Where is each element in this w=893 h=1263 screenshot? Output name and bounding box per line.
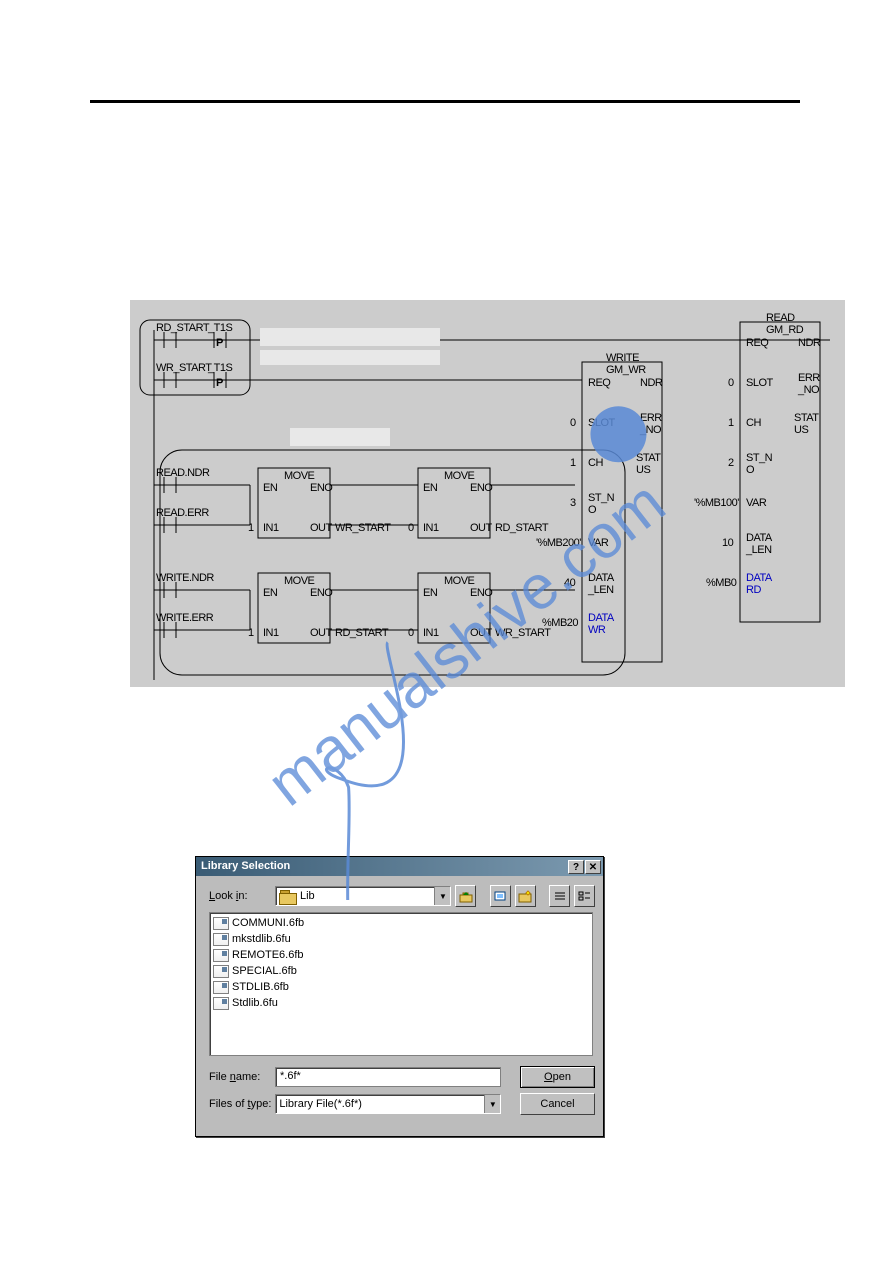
move-label: MOVE <box>284 575 314 587</box>
val-zero-b: 0 <box>408 627 414 639</box>
contact-write-err: WRITE.ERR <box>156 612 213 624</box>
contact-write-ndr: WRITE.NDR <box>156 572 214 584</box>
cancel-button[interactable]: Cancel <box>520 1093 595 1115</box>
gmwr-title2: GM_WR <box>606 364 646 376</box>
contact-rd-start: RD_START <box>156 322 209 334</box>
eno-label: ENO <box>310 587 332 599</box>
close-button[interactable]: ✕ <box>585 860 601 874</box>
library-selection-dialog: Library Selection ? ✕ Look in: Lib ▼ <box>195 856 604 1137</box>
file-name-input[interactable]: *.6f* <box>275 1067 501 1087</box>
desktop-button[interactable] <box>490 885 511 907</box>
chevron-down-icon[interactable]: ▼ <box>484 1095 500 1113</box>
eno-label: ENO <box>470 587 492 599</box>
list-item[interactable]: Stdlib.6fu <box>213 995 589 1011</box>
file-icon <box>213 997 229 1010</box>
look-in-label: Look in: <box>209 890 271 902</box>
file-icon <box>213 981 229 994</box>
val-rd-start: RD_START <box>335 627 388 639</box>
ladder-diagram: RD_START _T1S WR_START _T1S P P READ.NDR… <box>130 300 845 687</box>
file-icon <box>213 917 229 930</box>
list-item[interactable]: STDLIB.6fb <box>213 979 589 995</box>
in1-label: IN1 <box>423 522 439 534</box>
look-in-dropdown[interactable]: Lib ▼ <box>275 886 451 906</box>
new-folder-button[interactable] <box>515 885 536 907</box>
files-of-type-value: Library File(*.6f*) <box>279 1098 362 1110</box>
in1-label: IN1 <box>423 627 439 639</box>
dialog-title: Library Selection <box>201 860 290 872</box>
out-label: OUT <box>470 522 492 534</box>
files-of-type-label: Files of type: <box>209 1098 271 1110</box>
list-item[interactable]: REMOTE6.6fb <box>213 947 589 963</box>
help-button[interactable]: ? <box>568 860 584 874</box>
file-list[interactable]: COMMUNI.6fb mkstdlib.6fu REMOTE6.6fb SPE… <box>209 912 593 1056</box>
details-view-button[interactable] <box>574 885 595 907</box>
in1-label: IN1 <box>263 522 279 534</box>
file-name-label: File name: <box>209 1071 271 1083</box>
gmrd-title1: READ <box>766 312 795 324</box>
look-in-value: Lib <box>300 890 315 902</box>
contact-read-ndr: READ.NDR <box>156 467 209 479</box>
move-label: MOVE <box>444 470 474 482</box>
files-of-type-dropdown[interactable]: Library File(*.6f*) ▼ <box>275 1094 501 1114</box>
en-label: EN <box>263 587 277 599</box>
val-rd-start2: RD_START <box>495 522 548 534</box>
out-label: OUT <box>310 627 332 639</box>
contact-read-err: READ.ERR <box>156 507 209 519</box>
contact-wr-start: WR_START <box>156 362 212 374</box>
move-label: MOVE <box>284 470 314 482</box>
en-label: EN <box>263 482 277 494</box>
eno-label: ENO <box>470 482 492 494</box>
val-zero-a: 0 <box>408 522 414 534</box>
val-one-b: 1 <box>248 627 254 639</box>
list-item[interactable]: COMMUNI.6fb <box>213 915 589 931</box>
file-icon <box>213 965 229 978</box>
dialog-titlebar[interactable]: Library Selection ? ✕ <box>196 857 603 876</box>
list-view-button[interactable] <box>549 885 570 907</box>
move-label: MOVE <box>444 575 474 587</box>
list-item[interactable]: mkstdlib.6fu <box>213 931 589 947</box>
pulse-b: P <box>216 377 223 389</box>
en-label: EN <box>423 482 437 494</box>
file-icon <box>213 949 229 962</box>
gmwr-title1: WRITE <box>606 352 639 364</box>
chevron-down-icon[interactable]: ▼ <box>434 887 450 905</box>
up-one-level-button[interactable] <box>455 885 476 907</box>
val-wr-start: WR_START <box>335 522 391 534</box>
out-label: OUT <box>310 522 332 534</box>
en-label: EN <box>423 587 437 599</box>
folder-icon <box>279 889 297 903</box>
file-icon <box>213 933 229 946</box>
eno-label: ENO <box>310 482 332 494</box>
in1-label: IN1 <box>263 627 279 639</box>
contact-t1s-b: _T1S <box>208 362 232 374</box>
gmrd-title2: GM_RD <box>766 324 803 336</box>
open-button[interactable]: Open <box>520 1066 595 1088</box>
contact-t1s-a: _T1S <box>208 322 232 334</box>
list-item[interactable]: SPECIAL.6fb <box>213 963 589 979</box>
pulse-a: P <box>216 337 223 349</box>
out-label: OUT <box>470 627 492 639</box>
val-one-a: 1 <box>248 522 254 534</box>
